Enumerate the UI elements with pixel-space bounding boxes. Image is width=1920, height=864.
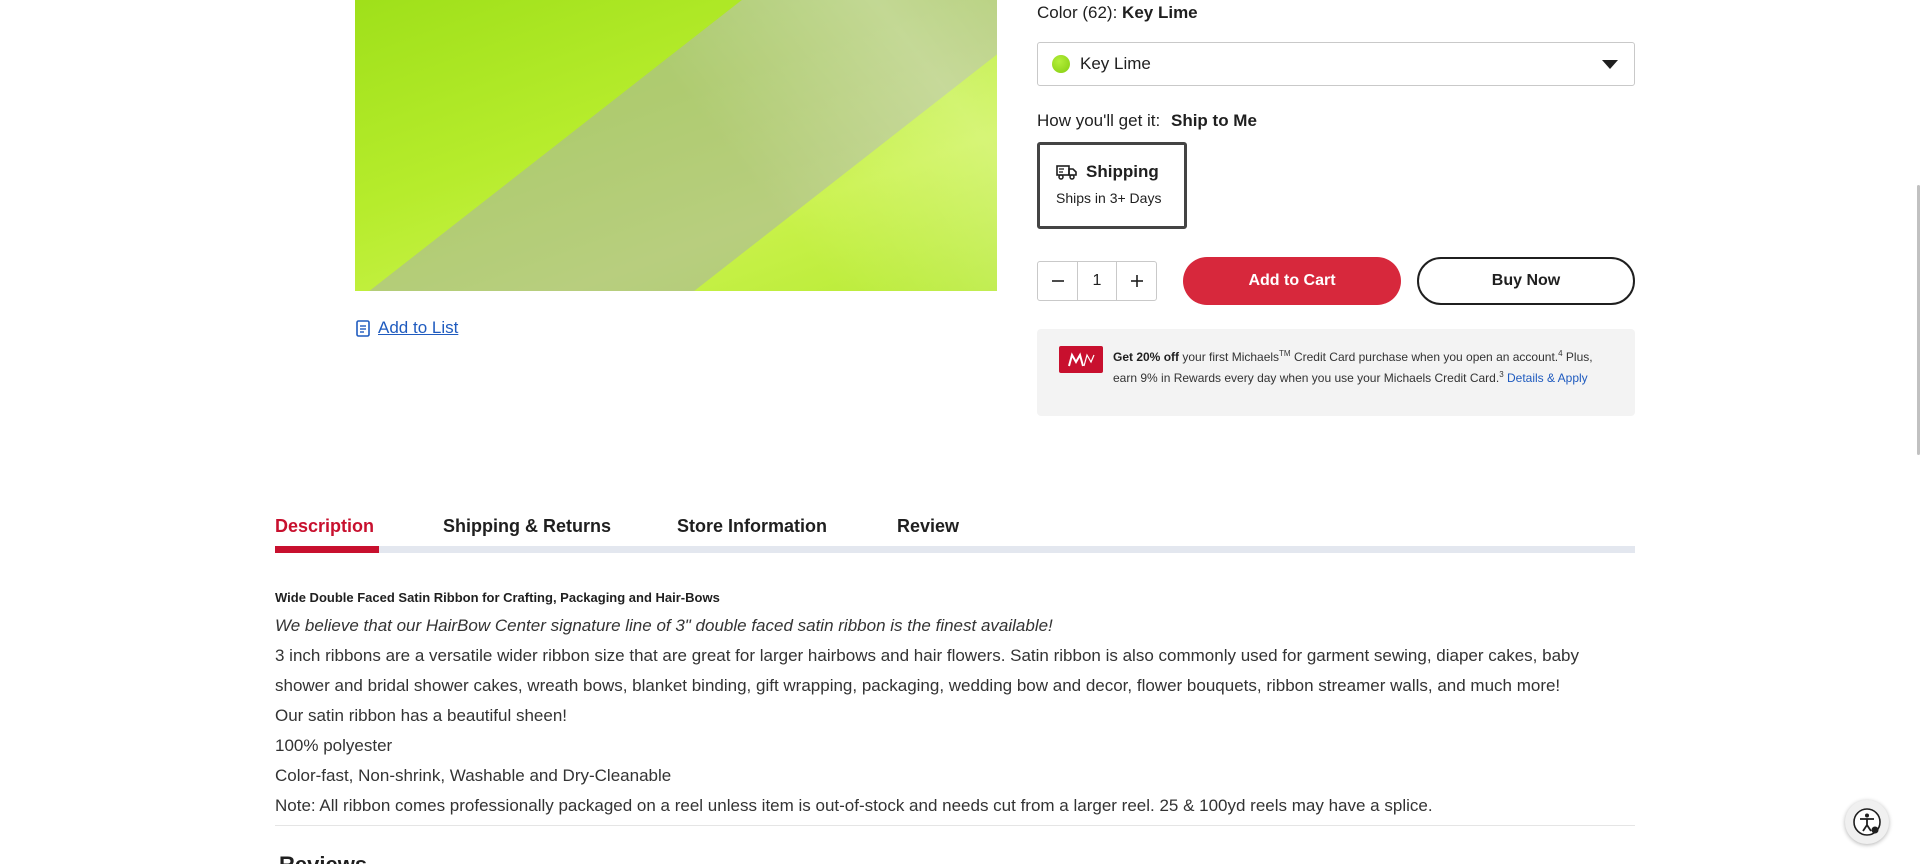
description-tagline: We believe that our HairBow Center signa… [275,616,1053,635]
promo-bold: Get 20% off [1113,350,1180,364]
color-label: Color (62): Key Lime [1037,3,1198,23]
credit-card-promo: Get 20% off your first MichaelsTM Credit… [1037,329,1635,416]
color-dropdown-value: Key Lime [1080,54,1151,73]
increase-quantity-button[interactable] [1117,262,1156,300]
add-to-list-label: Add to List [378,318,459,337]
description-paragraph: Our satin ribbon has a beautiful sheen! [275,706,568,725]
section-divider [275,825,1635,826]
list-icon [356,319,370,337]
promo-tm: TM [1279,349,1291,358]
delivery-method: Ship to Me [1170,111,1257,130]
color-selected-name: Key Lime [1122,3,1198,22]
reviews-section-heading: Reviews [279,852,367,864]
shipping-option-eta: Ships in 3+ Days [1056,190,1162,206]
tab-store-information[interactable]: Store Information [677,516,827,537]
delivery-label: How you'll get it: Ship to Me [1037,111,1257,131]
promo-text-2: Credit Card purchase when you open an ac… [1290,350,1559,364]
chevron-down-icon [1602,60,1618,69]
color-swatch [1052,55,1070,73]
promo-text-1: your first Michaels [1179,350,1280,364]
quantity-input[interactable]: 1 [1077,262,1117,300]
details-apply-link[interactable]: Details & Apply [1504,371,1588,385]
description-paragraph: Color-fast, Non-shrink, Washable and Dry… [275,766,672,785]
minus-icon [1051,280,1064,282]
buy-now-button[interactable]: Buy Now [1417,257,1635,305]
add-to-cart-button[interactable]: Add to Cart [1183,257,1401,305]
product-tabs: Description Shipping & Returns Store Inf… [275,510,1635,553]
tab-description[interactable]: Description [275,516,374,537]
description-paragraph: 100% polyester [275,736,393,755]
delivery-prefix: How you'll get it: [1037,111,1161,130]
shipping-option-card[interactable]: Shipping Ships in 3+ Days [1037,142,1187,229]
decrease-quantity-button[interactable] [1038,262,1077,300]
description-panel: Wide Double Faced Satin Ribbon for Craft… [275,590,1635,826]
credit-card-icon [1059,346,1103,373]
plus-icon [1130,275,1143,287]
quantity-stepper: 1 [1037,261,1157,301]
tab-shipping-returns[interactable]: Shipping & Returns [443,516,611,537]
truck-icon [1056,165,1077,180]
product-image[interactable] [355,0,997,291]
description-heading: Wide Double Faced Satin Ribbon for Craft… [275,590,720,605]
shipping-option-title: Shipping [1086,162,1159,181]
color-dropdown[interactable]: Key Lime [1037,42,1635,86]
tab-review[interactable]: Review [897,516,959,537]
color-prefix: Color (62): [1037,3,1118,22]
promo-text: Get 20% off your first MichaelsTM Credit… [1113,345,1613,416]
active-tab-indicator [275,546,379,553]
accessibility-button[interactable] [1845,800,1889,844]
tabs-track [275,546,1635,553]
description-paragraph: 3 inch ribbons are a versatile wider rib… [275,646,1579,695]
add-to-list-link[interactable]: Add to List [356,318,458,338]
accessibility-icon [1853,808,1881,836]
description-paragraph: Note: All ribbon comes professionally pa… [275,796,1433,815]
